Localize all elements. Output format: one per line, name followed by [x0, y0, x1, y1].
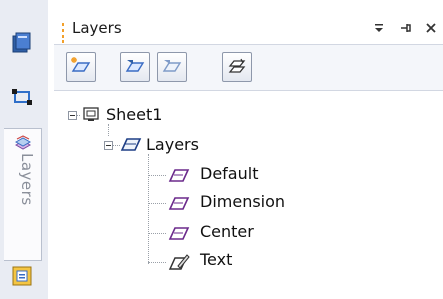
layers-expander[interactable]: [104, 141, 113, 150]
left-side-bar: Layers: [0, 0, 49, 299]
grip-icon: [62, 23, 64, 43]
layer-tree: Sheet1 Layers Default Dimension Center T…: [48, 90, 443, 299]
tab-layers[interactable]: Layers: [4, 128, 42, 261]
blue-book-icon[interactable]: [9, 30, 35, 56]
tree-item-label: Sheet1: [106, 105, 163, 124]
layer-group-icon: [120, 138, 142, 151]
dropdown-icon[interactable]: [372, 21, 386, 35]
layer-icon: [168, 169, 190, 182]
layer-properties-icon: [228, 58, 246, 73]
properties-icon[interactable]: [9, 263, 35, 289]
set-active-layer-icon: [125, 60, 145, 72]
layer-edit-icon: [168, 254, 190, 270]
layers-toolbar: [54, 44, 443, 91]
layers-tab-icon: [14, 135, 32, 151]
tree-item-label: Text: [200, 250, 233, 269]
set-active-layer-button[interactable]: [120, 52, 150, 82]
panel-titlebar[interactable]: Layers: [54, 14, 443, 44]
new-layer-icon: [71, 57, 91, 72]
sheet1-expander[interactable]: [68, 111, 77, 120]
new-layer-button[interactable]: [66, 52, 96, 82]
pin-icon[interactable]: [399, 21, 413, 35]
tree-item-label: Dimension: [200, 192, 286, 211]
dimension-icon[interactable]: [9, 84, 35, 110]
close-icon[interactable]: [424, 21, 438, 35]
layer-icon: [168, 197, 190, 210]
layer-icon: [168, 227, 190, 240]
tab-layers-label: Layers: [18, 153, 36, 206]
tree-item-label: Layers: [146, 135, 199, 154]
panel-title: Layers: [72, 19, 122, 37]
layer-visibility-icon: [162, 60, 182, 72]
tree-item-label: Default: [200, 164, 259, 183]
layer-properties-button[interactable]: [222, 52, 252, 82]
layers-panel: Layers Sheet1 Layers Default Dimension C…: [48, 0, 443, 299]
tree-item-label: Center: [200, 222, 254, 241]
sheet-icon: [83, 107, 99, 121]
layer-visibility-button[interactable]: [157, 52, 187, 82]
